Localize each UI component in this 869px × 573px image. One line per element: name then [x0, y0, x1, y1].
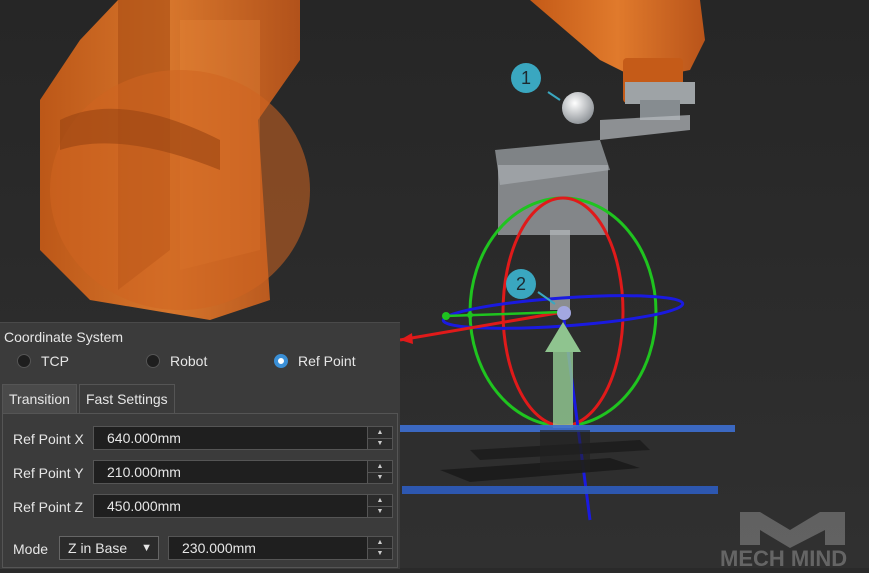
- panel-tabs: Transition Fast Settings: [2, 384, 177, 414]
- mode-value-down-icon[interactable]: ▼: [368, 548, 392, 559]
- ref-point-x-stepper[interactable]: ▲ ▼: [367, 426, 393, 450]
- panel-title: Coordinate System: [4, 329, 124, 345]
- robot-base-arm: [40, 0, 310, 320]
- ref-point-z-down-icon[interactable]: ▼: [368, 506, 392, 517]
- field-row-y: Ref Point Y 210.000mm ▲ ▼: [3, 460, 399, 486]
- ref-point-y-down-icon[interactable]: ▼: [368, 472, 392, 483]
- mode-label: Mode: [13, 541, 49, 557]
- mode-value-input[interactable]: 230.000mm: [168, 536, 368, 560]
- ref-point-x-label: Ref Point X: [13, 431, 84, 447]
- ref-point-x-down-icon[interactable]: ▼: [368, 438, 392, 449]
- chevron-down-icon: ▼: [141, 542, 152, 554]
- callout-1: 1: [511, 63, 541, 93]
- coordinate-system-panel: Coordinate System TCP Robot Ref Point Tr…: [0, 322, 400, 569]
- ref-point-y-label: Ref Point Y: [13, 465, 84, 481]
- radio-robot-label: Robot: [170, 353, 208, 369]
- radio-ref-point[interactable]: Ref Point: [274, 353, 356, 369]
- ref-point-z-stepper[interactable]: ▲ ▼: [367, 494, 393, 518]
- ref-point-x-input[interactable]: 640.000mm: [93, 426, 368, 450]
- coordinate-radio-group: TCP Robot Ref Point: [0, 348, 398, 374]
- radio-tcp[interactable]: TCP: [17, 353, 69, 369]
- ref-point-y-input[interactable]: 210.000mm: [93, 460, 368, 484]
- watermark-text: MECH MIND: [720, 546, 847, 568]
- field-row-x: Ref Point X 640.000mm ▲ ▼: [3, 426, 399, 452]
- ref-point-z-label: Ref Point Z: [13, 499, 84, 515]
- tab-transition[interactable]: Transition: [2, 384, 77, 414]
- radio-tcp-indicator[interactable]: [17, 354, 31, 368]
- mode-value-stepper[interactable]: ▲ ▼: [367, 536, 393, 560]
- ref-sphere[interactable]: [562, 92, 594, 124]
- field-row-mode: Mode Z in Base ▼ 230.000mm ▲ ▼: [3, 536, 399, 562]
- ref-point-z-input[interactable]: 450.000mm: [93, 494, 368, 518]
- radio-ref-point-label: Ref Point: [298, 353, 356, 369]
- mode-selected-value: Z in Base: [68, 540, 128, 556]
- tab-fast-settings[interactable]: Fast Settings: [78, 384, 175, 414]
- mode-dropdown[interactable]: Z in Base ▼: [59, 536, 159, 560]
- field-row-z: Ref Point Z 450.000mm ▲ ▼: [3, 494, 399, 520]
- radio-tcp-label: TCP: [41, 353, 69, 369]
- radio-ref-point-indicator[interactable]: [274, 354, 288, 368]
- callout-2: 2: [506, 269, 536, 299]
- radio-robot-indicator[interactable]: [146, 354, 160, 368]
- transition-tab-body: Ref Point X 640.000mm ▲ ▼ Ref Point Y 21…: [2, 413, 398, 568]
- radio-robot[interactable]: Robot: [146, 353, 207, 369]
- ref-point-y-stepper[interactable]: ▲ ▼: [367, 460, 393, 484]
